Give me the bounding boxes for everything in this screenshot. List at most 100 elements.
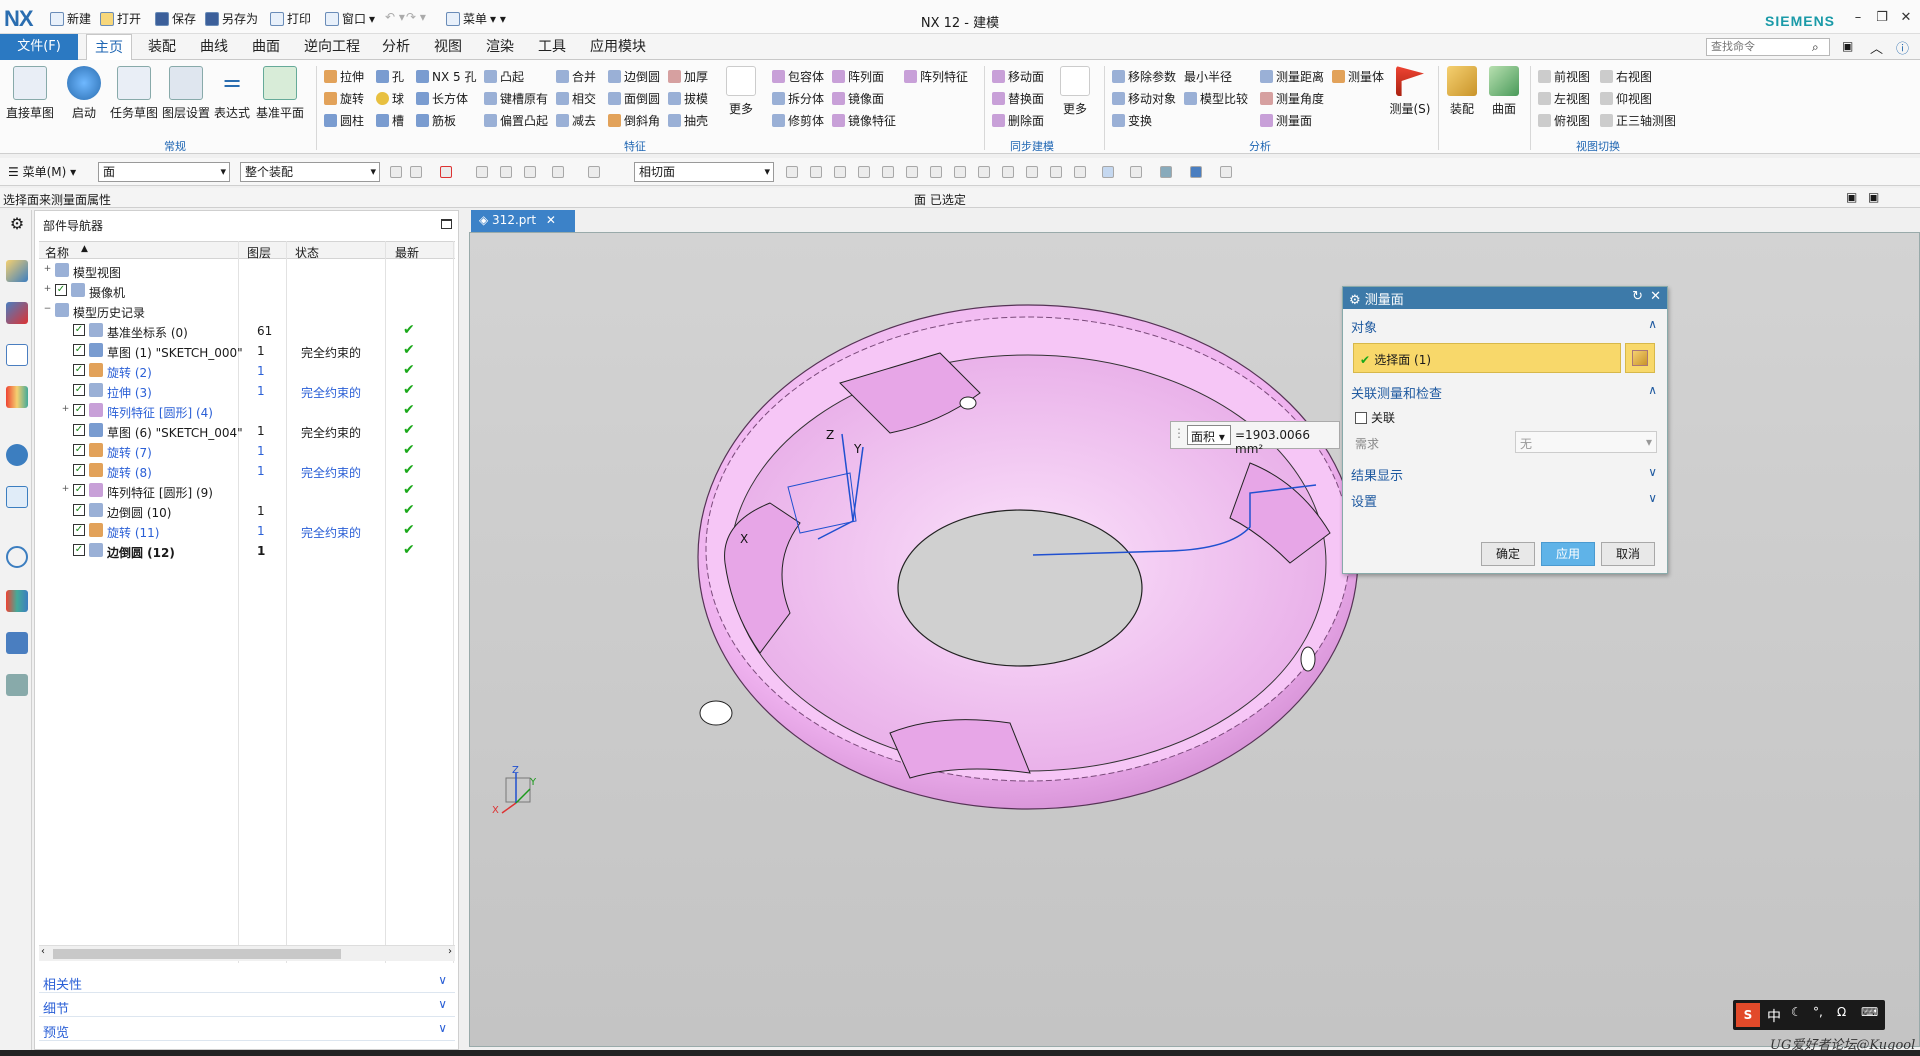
expand-toggle-icon[interactable]: + [61, 485, 70, 494]
trim-body-button[interactable]: 修剪体 [772, 112, 824, 129]
menu-button[interactable]: 菜单 ▾ ▾ [446, 10, 506, 27]
tab-view[interactable]: 视图 [426, 34, 470, 60]
window-menu-button[interactable]: 窗口 ▾ [325, 10, 375, 27]
tree-row[interactable]: ✓ 拉伸 (3) 1 完全约束的 ✔ [39, 381, 455, 401]
intersection-icon[interactable] [882, 166, 894, 178]
chevron-down-icon[interactable]: ∨ [1648, 465, 1657, 479]
tab-analysis[interactable]: 分析 [374, 34, 418, 60]
gear-icon[interactable]: ⚙ [1349, 293, 1365, 308]
reset-icon[interactable]: ↻ [1632, 289, 1643, 304]
scroll-right-icon[interactable]: › [448, 946, 452, 957]
revolve-button[interactable]: 旋转 [324, 90, 364, 107]
ime-mode-label[interactable]: 中 [1767, 1006, 1781, 1026]
graphics-window[interactable]: X Z Y X Z Y [469, 232, 1920, 1047]
tree-row[interactable]: ✓ 旋转 (2) 1 ✔ [39, 361, 455, 381]
endpoint-icon[interactable] [810, 166, 822, 178]
part-navigator-icon[interactable] [6, 344, 28, 366]
intersect-button[interactable]: 相交 [556, 90, 596, 107]
chevron-down-icon[interactable]: ∨ [1648, 491, 1657, 505]
tab-tools[interactable]: 工具 [530, 34, 574, 60]
midpoint-icon[interactable] [834, 166, 846, 178]
search-icon[interactable]: ⌕ [1812, 40, 1819, 55]
close-icon[interactable]: ✕ [546, 213, 556, 227]
measure-face-button[interactable]: 测量面 [1260, 112, 1312, 129]
tab-file[interactable]: 文件(F) [0, 34, 78, 60]
cancel-button[interactable]: 取消 [1601, 542, 1655, 566]
expand-toggle-icon[interactable]: + [43, 285, 52, 294]
visibility-checkbox[interactable]: ✓ [73, 424, 85, 436]
visibility-checkbox[interactable]: ✓ [73, 384, 85, 396]
save-button[interactable]: 保存 [155, 10, 196, 27]
replace-face-button[interactable]: 替换面 [992, 90, 1044, 107]
tree-row[interactable]: ✓ 旋转 (11) 1 完全约束的 ✔ [39, 521, 455, 541]
column-header-latest[interactable]: 最新 [395, 244, 419, 261]
restore-button[interactable]: ❐ [1872, 10, 1892, 26]
assembly-button[interactable]: 装配 [1444, 66, 1480, 117]
quadrant-icon[interactable] [954, 166, 966, 178]
extrude-button[interactable]: 拉伸 [324, 68, 364, 85]
measure-body-button[interactable]: 测量体 [1332, 68, 1384, 85]
pattern-face-button[interactable]: 阵列面 [832, 68, 884, 85]
tab-render[interactable]: 渲染 [478, 34, 522, 60]
checkbox-box[interactable] [1355, 411, 1367, 424]
tab-curve[interactable]: 曲线 [192, 34, 236, 60]
edge-blend-button[interactable]: 边倒圆 [608, 68, 660, 85]
assembly-navigator-icon[interactable] [6, 260, 28, 282]
on-curve-icon[interactable] [1002, 166, 1014, 178]
process-studio-icon[interactable] [6, 632, 28, 654]
status-log-icon[interactable]: ▣ [1868, 190, 1879, 204]
tree-row[interactable]: − 模型历史记录 [39, 301, 455, 321]
grid-icon[interactable] [1074, 166, 1086, 178]
ok-button[interactable]: 确定 [1481, 542, 1535, 566]
headset-icon[interactable]: Ω [1837, 1005, 1846, 1019]
horizontal-scrollbar[interactable]: ‹ › [39, 945, 455, 961]
accordion-details[interactable]: 细节 ∨ [39, 995, 455, 1017]
constraint-navigator-icon[interactable] [6, 302, 28, 324]
select-face-field[interactable]: ✔ 选择面 (1) [1353, 343, 1621, 373]
launch-button[interactable]: 启动 [64, 66, 104, 121]
section-associative[interactable]: 关联测量和检查 [1351, 383, 1442, 402]
offset-emboss-button[interactable]: 偏置凸起 [484, 112, 548, 129]
slot-legacy-button[interactable]: 键槽原有 [484, 90, 548, 107]
scope-filter-select[interactable]: 整个装配 [240, 162, 380, 182]
help-icon[interactable]: ⓘ [1896, 38, 1909, 57]
tab-home[interactable]: 主页 [86, 34, 132, 60]
snap-icon[interactable] [440, 166, 452, 178]
nx5-hole-button[interactable]: NX 5 孔 [416, 68, 476, 85]
maximize-icon[interactable] [441, 219, 452, 229]
tree-row[interactable]: ✓ 边倒圆 (12) 1 ✔ [39, 541, 455, 561]
accordion-dependencies[interactable]: 相关性 ∨ [39, 971, 455, 993]
visibility-checkbox[interactable]: ✓ [73, 464, 85, 476]
shaded-icon[interactable] [1190, 166, 1202, 178]
tab-surface[interactable]: 曲面 [244, 34, 288, 60]
history-icon[interactable] [6, 546, 28, 568]
system-materials-icon[interactable] [6, 590, 28, 612]
move-face-button[interactable]: 移动面 [992, 68, 1044, 85]
layer-settings-button[interactable]: 图层设置 [160, 66, 212, 121]
draft-button[interactable]: 拔模 [668, 90, 708, 107]
deselect-icon[interactable] [500, 166, 512, 178]
bounded-grid-icon[interactable] [1050, 166, 1062, 178]
type-filter-select[interactable]: 面 [98, 162, 230, 182]
tree-row[interactable]: + ✓ 阵列特征 [圆形] (4) ✔ [39, 401, 455, 421]
bounding-body-button[interactable]: 包容体 [772, 68, 824, 85]
subtract-button[interactable]: 减去 [556, 112, 596, 129]
left-view-button[interactable]: 左视图 [1538, 90, 1590, 107]
emboss-button[interactable]: 凸起 [484, 68, 524, 85]
direct-sketch-button[interactable]: 直接草图 [4, 66, 56, 121]
pattern-feature-button[interactable]: 阵列特征 [904, 68, 968, 85]
min-radius-button[interactable]: 最小半径 [1184, 68, 1232, 85]
roles-icon[interactable] [6, 674, 28, 696]
face-select-cube-icon[interactable] [1625, 343, 1655, 373]
close-button[interactable]: ✕ [1896, 10, 1916, 26]
lasso-icon[interactable] [524, 166, 536, 178]
shell-button[interactable]: 抽壳 [668, 112, 708, 129]
visibility-checkbox[interactable]: ✓ [73, 324, 85, 336]
surface-button[interactable]: 曲面 [1486, 66, 1522, 117]
visibility-checkbox[interactable]: ✓ [73, 444, 85, 456]
column-header-status[interactable]: 状态 [295, 244, 319, 261]
visibility-checkbox[interactable]: ✓ [73, 524, 85, 536]
tree-row[interactable]: ✓ 草图 (6) "SKETCH_004" 1 完全约束的 ✔ [39, 421, 455, 441]
tree-row[interactable]: ✓ 基准坐标系 (0) 61 ✔ [39, 321, 455, 341]
undo-button[interactable]: ↶ ▾ [385, 10, 405, 24]
